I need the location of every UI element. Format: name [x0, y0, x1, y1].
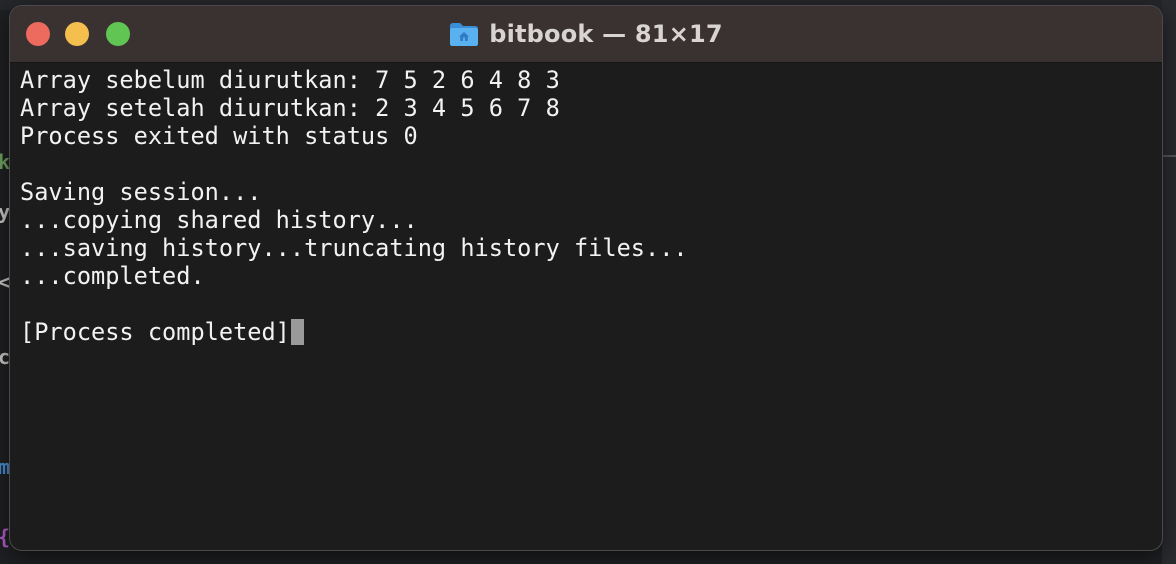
text-cursor: [290, 319, 304, 345]
background-code-fragment: k: [0, 150, 11, 174]
terminal-line: Saving session...: [20, 178, 262, 206]
background-code-fragment: {: [0, 525, 10, 549]
terminal-window: bitbook — 81×17 Array sebelum diurutkan:…: [10, 6, 1162, 550]
terminal-output[interactable]: Array sebelum diurutkan: 7 5 2 6 4 8 3 A…: [20, 66, 1152, 540]
title-bar[interactable]: bitbook — 81×17: [10, 6, 1162, 63]
background-scrollbar: [1162, 0, 1176, 564]
terminal-line: ...copying shared history...: [20, 206, 418, 234]
terminal-line: Array setelah diurutkan: 2 3 4 5 6 7 8: [20, 94, 560, 122]
window-title-group: bitbook — 81×17: [10, 6, 1162, 62]
terminal-line: Process exited with status 0: [20, 122, 418, 150]
terminal-prompt-line: [Process completed]: [20, 318, 1152, 346]
terminal-line: ...completed.: [20, 262, 205, 290]
background-code-fragment: y: [0, 200, 11, 224]
background-code-fragment: m: [0, 455, 11, 479]
terminal-line: Array sebelum diurutkan: 7 5 2 6 4 8 3: [20, 66, 560, 94]
background-code-fragment: c: [0, 345, 11, 369]
process-completed-text: [Process completed]: [20, 318, 290, 346]
background-code-fragment: <: [0, 270, 11, 294]
terminal-line: ...saving history...truncating history f…: [20, 234, 688, 262]
window-title: bitbook — 81×17: [489, 20, 723, 48]
folder-home-icon: [450, 23, 479, 46]
background-scrollbar-mark: [1162, 155, 1176, 157]
